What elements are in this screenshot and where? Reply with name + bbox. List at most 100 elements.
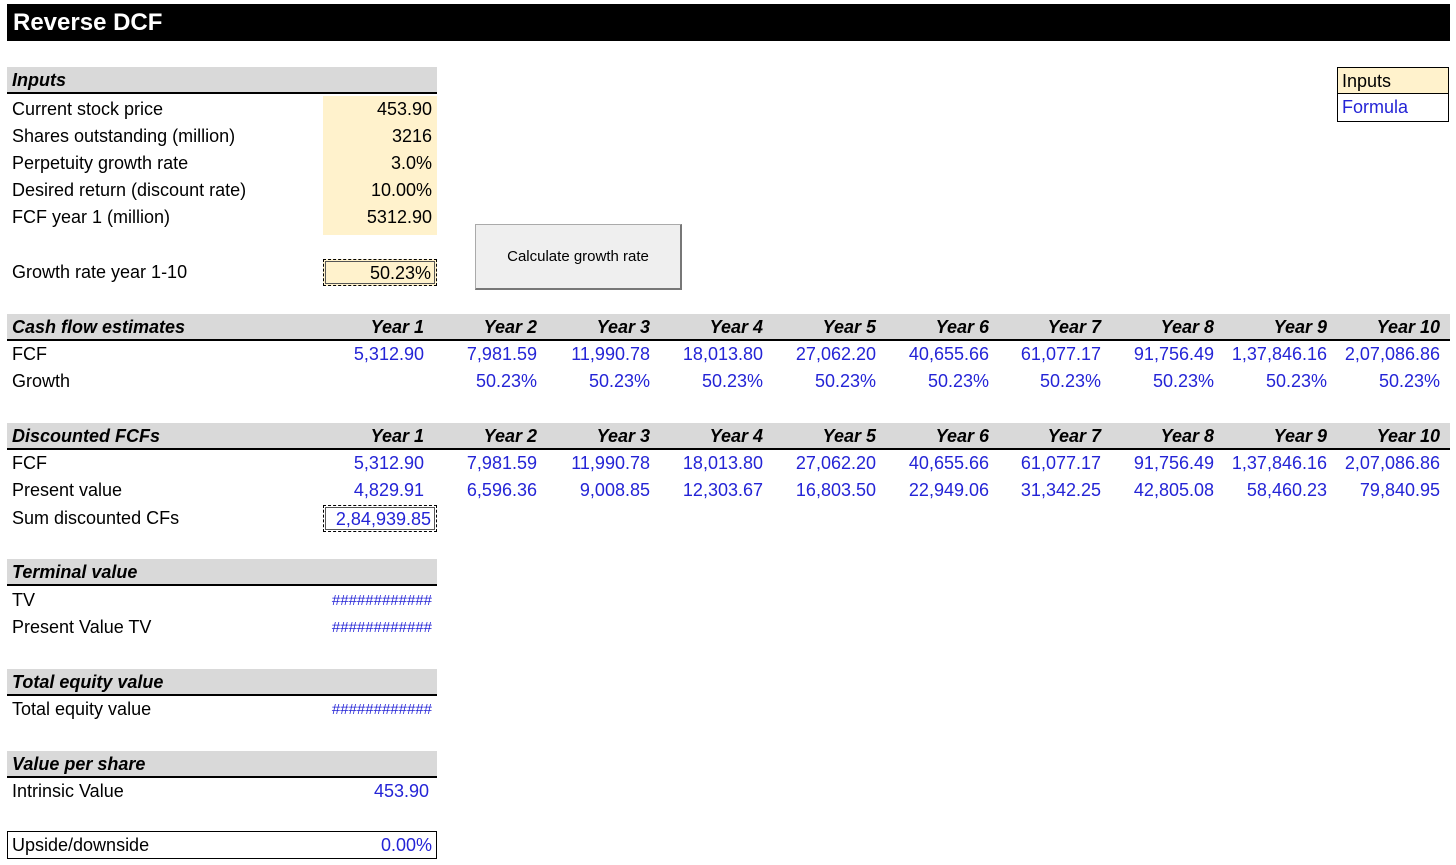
- cash-flow-fcf-cell-10[interactable]: 2,07,086.86: [1336, 341, 1448, 368]
- cash-flow-growth-cell-3[interactable]: 50.23%: [546, 368, 658, 395]
- cash-flow-growth-cell-1[interactable]: [320, 368, 432, 395]
- cash-flow-fcf-cell-8[interactable]: 91,756.49: [1110, 341, 1222, 368]
- discounted-year-header-10: Year 10: [1376, 426, 1440, 446]
- cash-flow-year-header-1: Year 1: [370, 317, 424, 337]
- cash-flow-year-header-9: Year 9: [1273, 317, 1327, 337]
- present-value-label: Present value: [12, 480, 123, 500]
- cash-flow-fcf-cell-1[interactable]: 5,312.90: [320, 341, 432, 368]
- input-label-shares: Shares outstanding (million): [12, 126, 236, 146]
- cash-flow-year-header-10: Year 10: [1376, 317, 1440, 337]
- cash-flow-fcf-cell-2[interactable]: 7,981.59: [433, 341, 545, 368]
- discounted-fcf-cell-9[interactable]: 1,37,846.16: [1223, 450, 1335, 477]
- input-label-perpetuity: Perpetuity growth rate: [12, 153, 189, 173]
- sum-discounted-label: Sum discounted CFs: [12, 508, 180, 528]
- input-label-discount: Desired return (discount rate): [12, 180, 247, 200]
- discounted-header-label: Discounted FCFs: [12, 426, 161, 446]
- tv-label: TV: [12, 590, 36, 610]
- discounted-year-header-4: Year 4: [709, 426, 763, 446]
- cash-flow-growth-cell-2[interactable]: 50.23%: [433, 368, 545, 395]
- upside-label: Upside/downside: [12, 835, 150, 855]
- discounted-fcf-cell-1[interactable]: 5,312.90: [320, 450, 432, 477]
- cash-flow-growth-cell-7[interactable]: 50.23%: [997, 368, 1109, 395]
- input-perpetuity-growth[interactable]: 3.0%: [323, 150, 437, 177]
- terminal-header: Terminal value: [7, 559, 437, 586]
- pv-tv-label: Present Value TV: [12, 617, 152, 637]
- sum-discounted-value[interactable]: 2,84,939.85: [323, 505, 437, 532]
- input-shares-outstanding[interactable]: 3216: [323, 123, 437, 150]
- cash-flow-growth-cell-8[interactable]: 50.23%: [1110, 368, 1222, 395]
- discounted-fcf-label: FCF: [12, 453, 47, 473]
- cash-flow-growth-label: Growth: [12, 371, 71, 391]
- growth-rate-cell[interactable]: 50.23%: [323, 259, 437, 286]
- present-value-cell-8[interactable]: 42,805.08: [1110, 477, 1222, 504]
- discounted-year-header-5: Year 5: [822, 426, 876, 446]
- upside-value[interactable]: 0.00%: [323, 832, 437, 859]
- discounted-fcf-cell-2[interactable]: 7,981.59: [433, 450, 545, 477]
- cash-flow-growth-cell-5[interactable]: 50.23%: [772, 368, 884, 395]
- discounted-fcf-cell-6[interactable]: 40,655.66: [885, 450, 997, 477]
- cash-flow-fcf-cell-3[interactable]: 11,990.78: [546, 341, 658, 368]
- cash-flow-year-header-7: Year 7: [1047, 317, 1101, 337]
- calculate-growth-rate-button[interactable]: Calculate growth rate: [475, 224, 682, 290]
- discounted-year-header-7: Year 7: [1047, 426, 1101, 446]
- sheet-title: Reverse DCF: [7, 4, 1450, 41]
- discounted-fcf-cell-7[interactable]: 61,077.17: [997, 450, 1109, 477]
- cash-flow-fcf-cell-7[interactable]: 61,077.17: [997, 341, 1109, 368]
- present-value-cell-1[interactable]: 4,829.91: [320, 477, 432, 504]
- present-value-cell-4[interactable]: 12,303.67: [659, 477, 771, 504]
- cash-flow-fcf-cell-5[interactable]: 27,062.20: [772, 341, 884, 368]
- cash-flow-growth-cell-9[interactable]: 50.23%: [1223, 368, 1335, 395]
- cash-flow-fcf-cell-4[interactable]: 18,013.80: [659, 341, 771, 368]
- cash-flow-fcf-cell-9[interactable]: 1,37,846.16: [1223, 341, 1335, 368]
- intrinsic-value-label: Intrinsic Value: [12, 781, 124, 801]
- present-value-cell-7[interactable]: 31,342.25: [997, 477, 1109, 504]
- present-value-cell-9[interactable]: 58,460.23: [1223, 477, 1335, 504]
- cash-flow-header-label: Cash flow estimates: [12, 317, 186, 337]
- cash-flow-year-header-3: Year 3: [596, 317, 650, 337]
- present-value-cell-3[interactable]: 9,008.85: [546, 477, 658, 504]
- discounted-fcf-cell-5[interactable]: 27,062.20: [772, 450, 884, 477]
- legend-box: Inputs Formula: [1337, 67, 1449, 122]
- cash-flow-fcf-label: FCF: [12, 344, 47, 364]
- intrinsic-value[interactable]: 453.90: [323, 778, 437, 805]
- pv-tv-value[interactable]: ############: [323, 614, 437, 641]
- input-stock-price[interactable]: 453.90: [323, 96, 437, 123]
- discounted-year-header-8: Year 8: [1160, 426, 1214, 446]
- discounted-year-header-2: Year 2: [483, 426, 537, 446]
- legend-formula[interactable]: Formula: [1338, 94, 1448, 120]
- input-fill-tail: [323, 231, 437, 235]
- input-label-fcf-year1: FCF year 1 (million): [12, 207, 171, 227]
- present-value-cell-2[interactable]: 6,596.36: [433, 477, 545, 504]
- present-value-cell-6[interactable]: 22,949.06: [885, 477, 997, 504]
- discounted-year-header-1: Year 1: [370, 426, 424, 446]
- discounted-fcf-cell-8[interactable]: 91,756.49: [1110, 450, 1222, 477]
- cash-flow-year-header-6: Year 6: [935, 317, 989, 337]
- equity-header: Total equity value: [7, 669, 437, 696]
- tv-value[interactable]: ############: [323, 587, 437, 614]
- cash-flow-year-header-8: Year 8: [1160, 317, 1214, 337]
- input-fcf-year1[interactable]: 5312.90: [323, 204, 437, 231]
- input-label-stock-price: Current stock price: [12, 99, 164, 119]
- discounted-year-header-3: Year 3: [596, 426, 650, 446]
- cash-flow-fcf-cell-6[interactable]: 40,655.66: [885, 341, 997, 368]
- equity-value[interactable]: ############: [323, 696, 437, 723]
- cash-flow-growth-cell-4[interactable]: 50.23%: [659, 368, 771, 395]
- discounted-fcf-cell-4[interactable]: 18,013.80: [659, 450, 771, 477]
- input-discount-rate[interactable]: 10.00%: [323, 177, 437, 204]
- present-value-cell-10[interactable]: 79,840.95: [1336, 477, 1448, 504]
- cash-flow-year-header-4: Year 4: [709, 317, 763, 337]
- discounted-fcf-cell-10[interactable]: 2,07,086.86: [1336, 450, 1448, 477]
- present-value-cell-5[interactable]: 16,803.50: [772, 477, 884, 504]
- equity-label: Total equity value: [12, 699, 152, 719]
- cash-flow-growth-cell-6[interactable]: 50.23%: [885, 368, 997, 395]
- inputs-header: Inputs: [7, 67, 437, 94]
- cash-flow-year-header-5: Year 5: [822, 317, 876, 337]
- growth-rate-label: Growth rate year 1-10: [12, 262, 188, 282]
- discounted-year-header-6: Year 6: [935, 426, 989, 446]
- discounted-year-header-9: Year 9: [1273, 426, 1327, 446]
- cash-flow-year-header-2: Year 2: [483, 317, 537, 337]
- per-share-header: Value per share: [7, 751, 437, 778]
- legend-inputs[interactable]: Inputs: [1338, 68, 1448, 94]
- cash-flow-growth-cell-10[interactable]: 50.23%: [1336, 368, 1448, 395]
- discounted-fcf-cell-3[interactable]: 11,990.78: [546, 450, 658, 477]
